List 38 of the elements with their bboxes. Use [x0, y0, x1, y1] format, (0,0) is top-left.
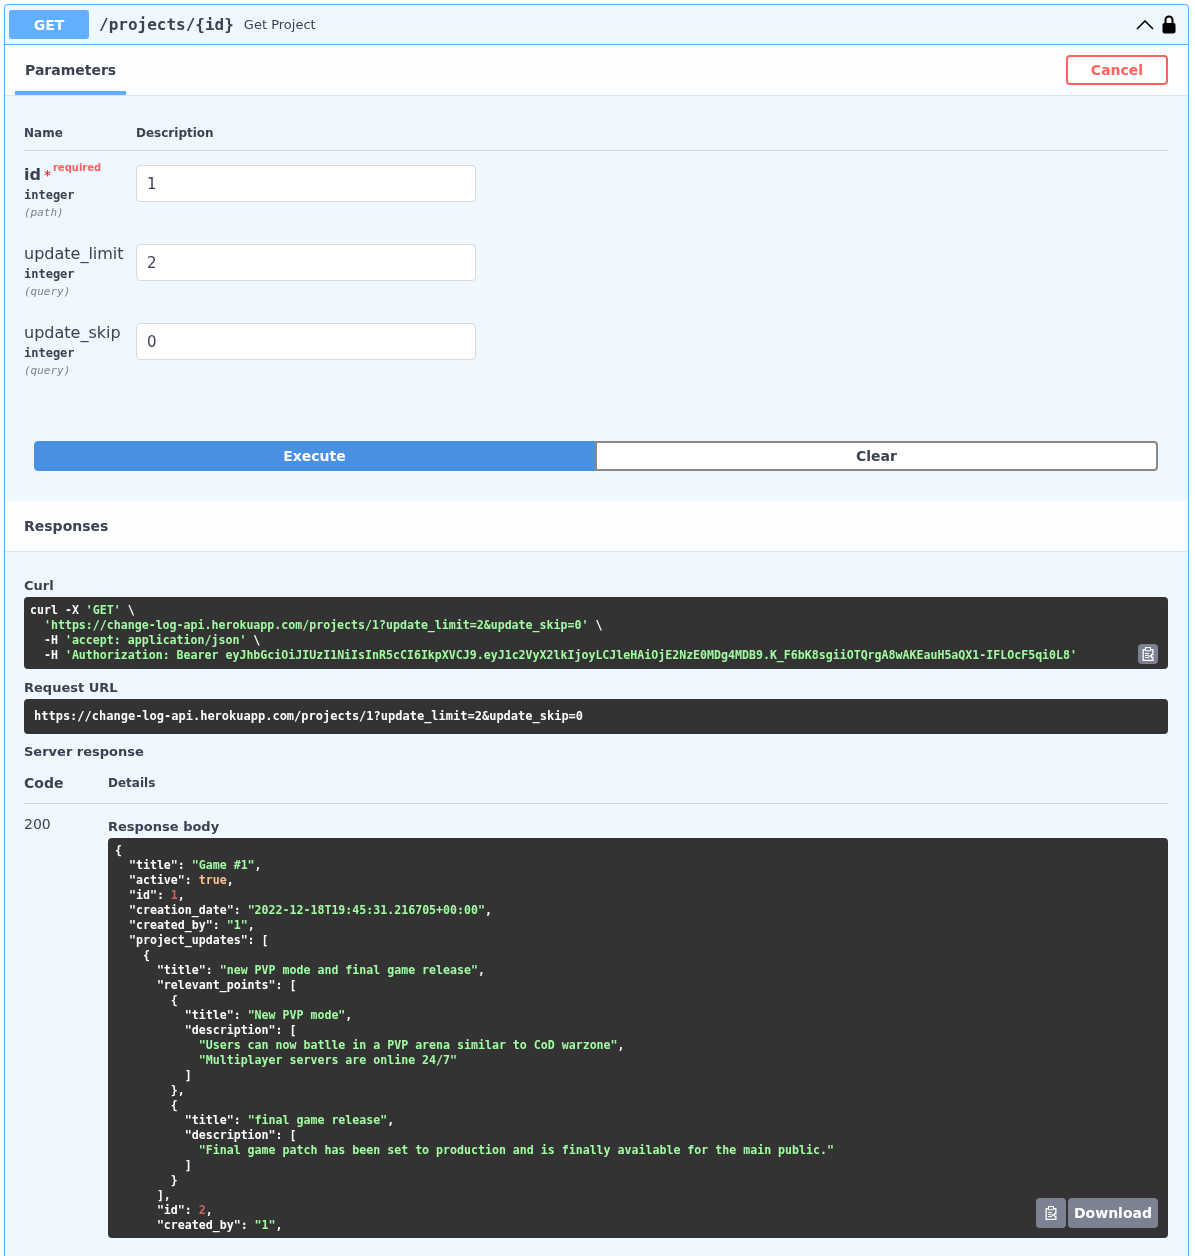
parameter-input[interactable]: 0: [136, 323, 476, 360]
required-label: required: [52, 162, 102, 173]
response-body-label: Response body: [108, 819, 220, 834]
parameter-name: id: [24, 165, 41, 184]
parameter-location: (query): [24, 364, 71, 377]
clear-button[interactable]: Clear: [595, 441, 1158, 471]
clipboard-icon: [1141, 646, 1155, 662]
parameter-name: update_limit: [24, 244, 124, 263]
clipboard-icon: [1043, 1205, 1058, 1221]
column-header: Name: [24, 126, 64, 140]
column-header: Code: [24, 775, 65, 791]
column-header: Description: [136, 126, 214, 140]
curl-command: curl -X 'GET' \ 'https://change-log-api.herokuapp.com/projects/1?update_limit=2&update_skip=0' \ -H 'accept: application/json' \ -H 'Authorization: Bearer eyJhbGciOiJIUzI1NiIsInR5cCI6IkpXVCJ9.eyJ1c2VyX2lkIjoyLCJleHAiOjE2NzE0MDg4MDB9.K_F6bK8sgiiOTQrgA8wAKEauH5aQX1-IFLOcF5qi0L8': [24, 597, 1168, 669]
parameter-input[interactable]: 2: [136, 244, 476, 281]
curl-label: Curl: [24, 578, 54, 593]
download-button[interactable]: Download: [1067, 1198, 1158, 1228]
endpoint-path: /projects/{id}: [99, 15, 234, 34]
status-code: 200: [24, 816, 51, 832]
copy-button[interactable]: [1035, 1198, 1066, 1228]
parameter-location: (path): [24, 206, 64, 219]
method-badge: GET: [9, 10, 89, 39]
chevron-icon[interactable]: [1136, 19, 1154, 30]
copy-button[interactable]: [1138, 644, 1158, 664]
request-url: https://change-log-api.herokuapp.com/projects/1?update_limit=2&update_skip=0: [24, 699, 1168, 734]
parameter-location: (query): [24, 285, 71, 298]
parameter-type: integer: [24, 188, 75, 202]
required-mark: *: [43, 167, 51, 183]
parameters-tab[interactable]: Parameters: [15, 47, 127, 95]
lock-icon[interactable]: [1162, 15, 1176, 34]
endpoint-summary: Get Project: [243, 17, 317, 32]
request-url-label: Request URL: [24, 680, 118, 695]
parameter-type: integer: [24, 346, 75, 360]
section-title: Responses: [24, 518, 109, 534]
parameter-input[interactable]: 1: [136, 165, 476, 202]
parameter-name: update_skip: [24, 323, 121, 342]
server-response-label: Server response: [24, 744, 144, 759]
column-header: Details: [108, 776, 156, 790]
parameter-type: integer: [24, 267, 75, 281]
